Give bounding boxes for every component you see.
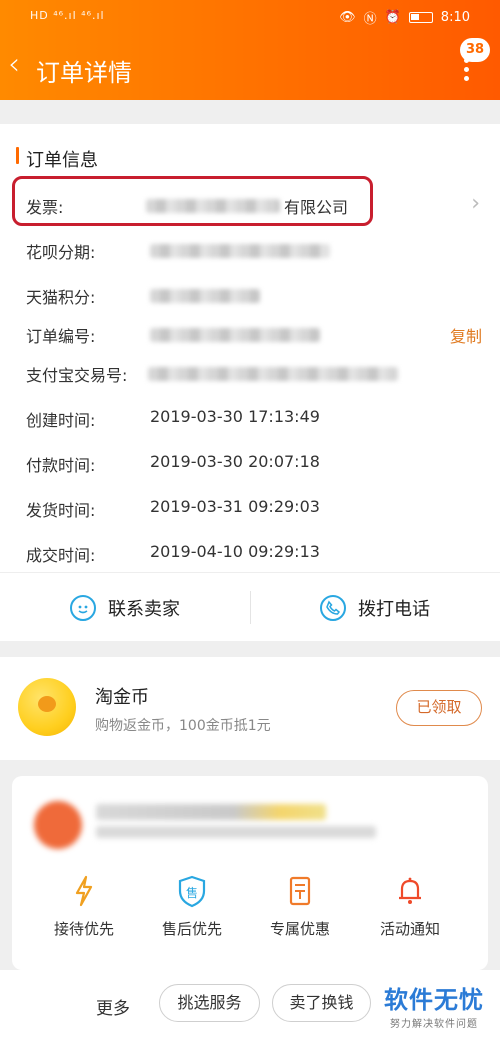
watermark-subtitle: 努力解决软件问题 (390, 1019, 478, 1030)
blurred-value (150, 289, 260, 303)
paid-time-value: 2019-03-30 20:07:18 (150, 452, 320, 471)
call-label: 拨打电话 (358, 598, 430, 620)
perk-after-sale[interactable]: 售 售后优先 (134, 874, 250, 939)
contact-seller-button[interactable]: 联系卖家 (0, 573, 250, 642)
paid-time-label: 付款时间: (26, 456, 96, 475)
store-vip-card: 接待优先 售 售后优先 专属优惠 活动通知 (12, 776, 488, 970)
bottom-action-bar: 更多 挑选服务 卖了换钱 软件无忧 努力解决软件问题 (0, 970, 500, 1039)
points-label: 天猫积分: (26, 288, 96, 307)
points-row: 天猫积分: (0, 276, 500, 312)
watermark-title: 软件无忧 (384, 986, 484, 1014)
section-accent-bar (16, 147, 19, 164)
nfc-icon: Ⓝ (363, 12, 377, 27)
coin-subtitle: 购物返金币，100金币抵1元 (95, 718, 271, 734)
after-sale-shield-icon: 售 (176, 874, 208, 908)
avatar (34, 801, 82, 849)
coupon-icon (284, 874, 316, 908)
closed-time-row: 成交时间: 2019-04-10 09:29:13 (0, 534, 500, 570)
chat-face-icon (70, 594, 96, 621)
contact-actions: 联系卖家 拨打电话 (0, 572, 500, 641)
order-number-label: 订单编号: (26, 327, 96, 346)
gold-coin-icon (18, 678, 76, 736)
shipped-time-label: 发货时间: (26, 501, 96, 520)
paid-time-row: 付款时间: 2019-03-30 20:07:18 (0, 444, 500, 480)
lightning-icon (68, 874, 100, 908)
created-time-value: 2019-03-30 17:13:49 (150, 407, 320, 426)
alipay-row: 支付宝交易号: (0, 354, 500, 390)
more-button[interactable]: 更多 (96, 994, 130, 1019)
closed-time-value: 2019-04-10 09:29:13 (150, 542, 320, 561)
taojinbi-card: 淘金币 购物返金币，100金币抵1元 已领取 (0, 657, 500, 760)
page-title: 订单详情 (36, 59, 132, 87)
created-time-label: 创建时间: (26, 411, 96, 430)
site-watermark: 软件无忧 努力解决软件问题 (384, 980, 484, 1030)
blurred-store-desc (96, 826, 376, 838)
battery-icon (408, 12, 433, 23)
perk-label: 接待优先 (53, 920, 114, 938)
more-menu-icon[interactable] (464, 58, 470, 81)
alipay-label: 支付宝交易号: (26, 366, 128, 385)
bell-icon (394, 874, 426, 908)
perk-label: 活动通知 (379, 920, 440, 938)
chevron-right-icon: › (471, 191, 480, 216)
coin-title: 淘金币 (95, 687, 149, 708)
perk-label: 售后优先 (161, 920, 222, 938)
highlight-box (12, 176, 373, 226)
huabei-row: 花呗分期: (0, 231, 500, 267)
closed-time-label: 成交时间: (26, 546, 96, 565)
perk-priority-reception[interactable]: 接待优先 (26, 874, 142, 939)
perk-label: 专属优惠 (269, 920, 330, 938)
section-title: 订单信息 (26, 150, 98, 171)
claimed-button[interactable]: 已领取 (396, 690, 482, 726)
blurred-value (148, 367, 398, 381)
call-button[interactable]: 拨打电话 (250, 573, 500, 642)
signal-indicators: HD ⁴⁶.ıl ⁴⁶.ıl (30, 9, 105, 22)
blurred-value (150, 328, 320, 342)
sell-for-cash-button[interactable]: 卖了换钱 (272, 984, 371, 1022)
contact-seller-label: 联系卖家 (108, 598, 180, 620)
header: HD ⁴⁶.ıl ⁴⁶.ıl 👁 Ⓝ ⏰ 8:10 ‹ 订单详情 38 (0, 0, 500, 100)
blurred-value (150, 244, 330, 258)
phone-icon (320, 594, 346, 621)
order-number-row: 订单编号: 复制 (0, 315, 500, 351)
huabei-label: 花呗分期: (26, 243, 96, 262)
shipped-time-value: 2019-03-31 09:29:03 (150, 497, 320, 516)
shipped-time-row: 发货时间: 2019-03-31 09:29:03 (0, 489, 500, 525)
created-time-row: 创建时间: 2019-03-30 17:13:49 (0, 399, 500, 435)
perk-exclusive-discount[interactable]: 专属优惠 (242, 874, 358, 939)
select-service-button[interactable]: 挑选服务 (159, 984, 260, 1022)
perk-activity-notice[interactable]: 活动通知 (352, 874, 468, 939)
clock-time: 8:10 (440, 10, 470, 25)
eye-icon: 👁 (339, 10, 356, 25)
blurred-store-name (96, 804, 326, 820)
back-icon[interactable]: ‹ (8, 50, 20, 80)
status-bar: HD ⁴⁶.ıl ⁴⁶.ıl 👁 Ⓝ ⏰ 8:10 (0, 0, 500, 34)
svg-text:售: 售 (186, 885, 198, 900)
order-info-card: 订单信息 发票: 有限公司 › 花呗分期: 天猫积分: 订单编号: 复制 支付宝… (0, 124, 500, 641)
copy-button[interactable]: 复制 (450, 323, 482, 347)
alarm-icon: ⏰ (384, 10, 401, 25)
